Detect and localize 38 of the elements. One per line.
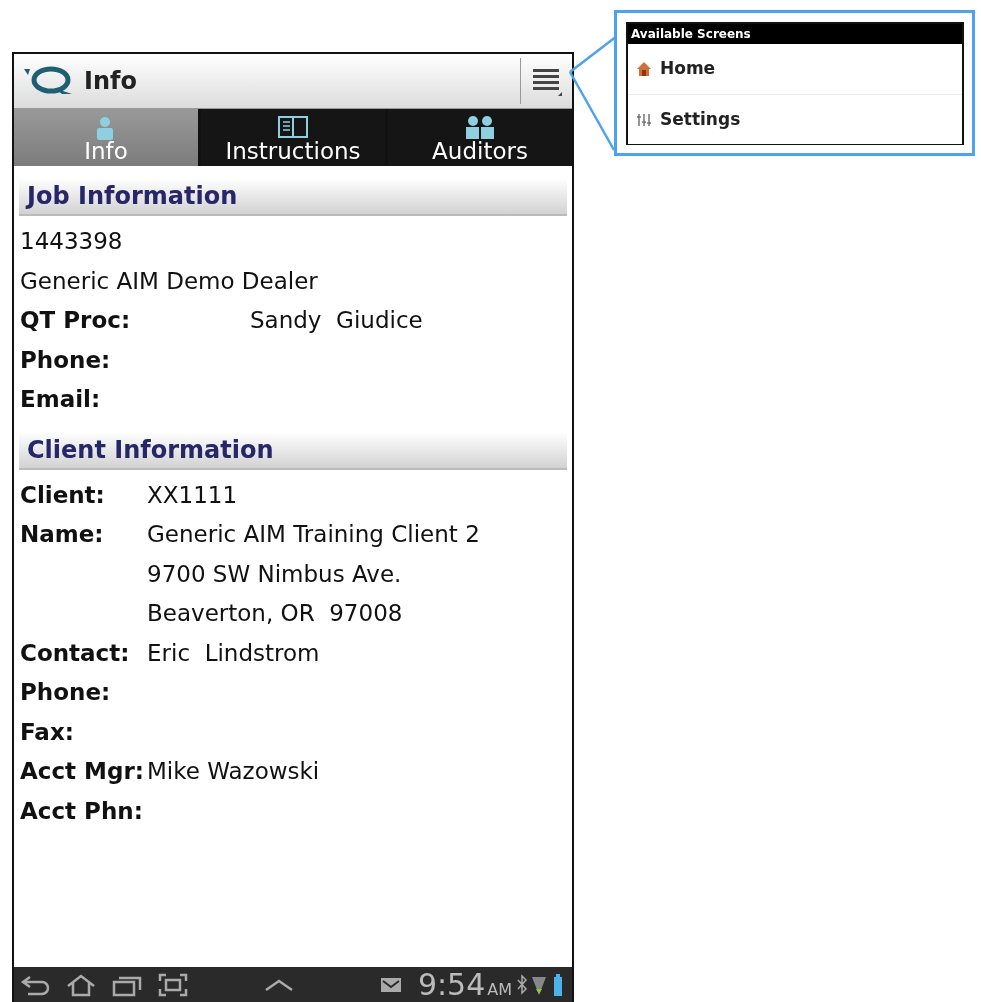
menu-title: Available Screens — [628, 24, 962, 44]
clock-time: 9:54 — [417, 969, 486, 1000]
field-value: Generic AIM Training Client 2 — [147, 520, 480, 549]
field-value: Mike Wazowski — [147, 757, 320, 786]
mail-icon — [379, 976, 402, 993]
field-value: 1443398 — [20, 227, 123, 256]
book-icon — [278, 116, 308, 140]
sliders-icon — [636, 111, 652, 128]
field-label: Phone: — [20, 345, 112, 375]
field-label: Acct Mgr: — [20, 757, 145, 786]
field-label: QT Proc: — [20, 306, 132, 335]
section-header: Client Information — [19, 431, 567, 470]
field-value: Beaverton, OR 97008 — [147, 599, 404, 628]
clock-meridiem: AM — [487, 978, 512, 1001]
field-value: Generic AIM Demo Dealer — [20, 266, 318, 296]
tab[interactable]: Instructions — [201, 109, 385, 166]
field-label: Client: — [20, 480, 106, 510]
logo-icon — [22, 66, 74, 96]
field-label: Email: — [20, 385, 102, 414]
field-label: Name: — [20, 520, 105, 549]
field-label: Contact: — [20, 638, 131, 668]
field-value: XX1111 — [147, 480, 238, 510]
field-value: 9700 SW Nimbus Ave. — [147, 559, 403, 589]
people-icon — [465, 116, 495, 140]
screenshot-icon[interactable] — [158, 972, 188, 997]
section-header: Job Information — [19, 178, 567, 216]
screen-title: Info — [84, 66, 137, 97]
home-icon[interactable] — [66, 972, 96, 997]
field-label: Phone: — [20, 678, 112, 707]
field-label: Fax: — [20, 717, 75, 747]
field-value: Sandy Giudice — [250, 306, 423, 335]
tab[interactable]: Auditors — [388, 109, 572, 166]
tab[interactable]: Info — [14, 109, 198, 166]
field-value: Eric Lindstrom — [147, 638, 320, 668]
field-label: Acct Phn: — [20, 796, 144, 826]
menu-item[interactable]: Settings — [628, 94, 962, 144]
menu-icon — [530, 66, 563, 96]
house-icon — [636, 61, 652, 77]
